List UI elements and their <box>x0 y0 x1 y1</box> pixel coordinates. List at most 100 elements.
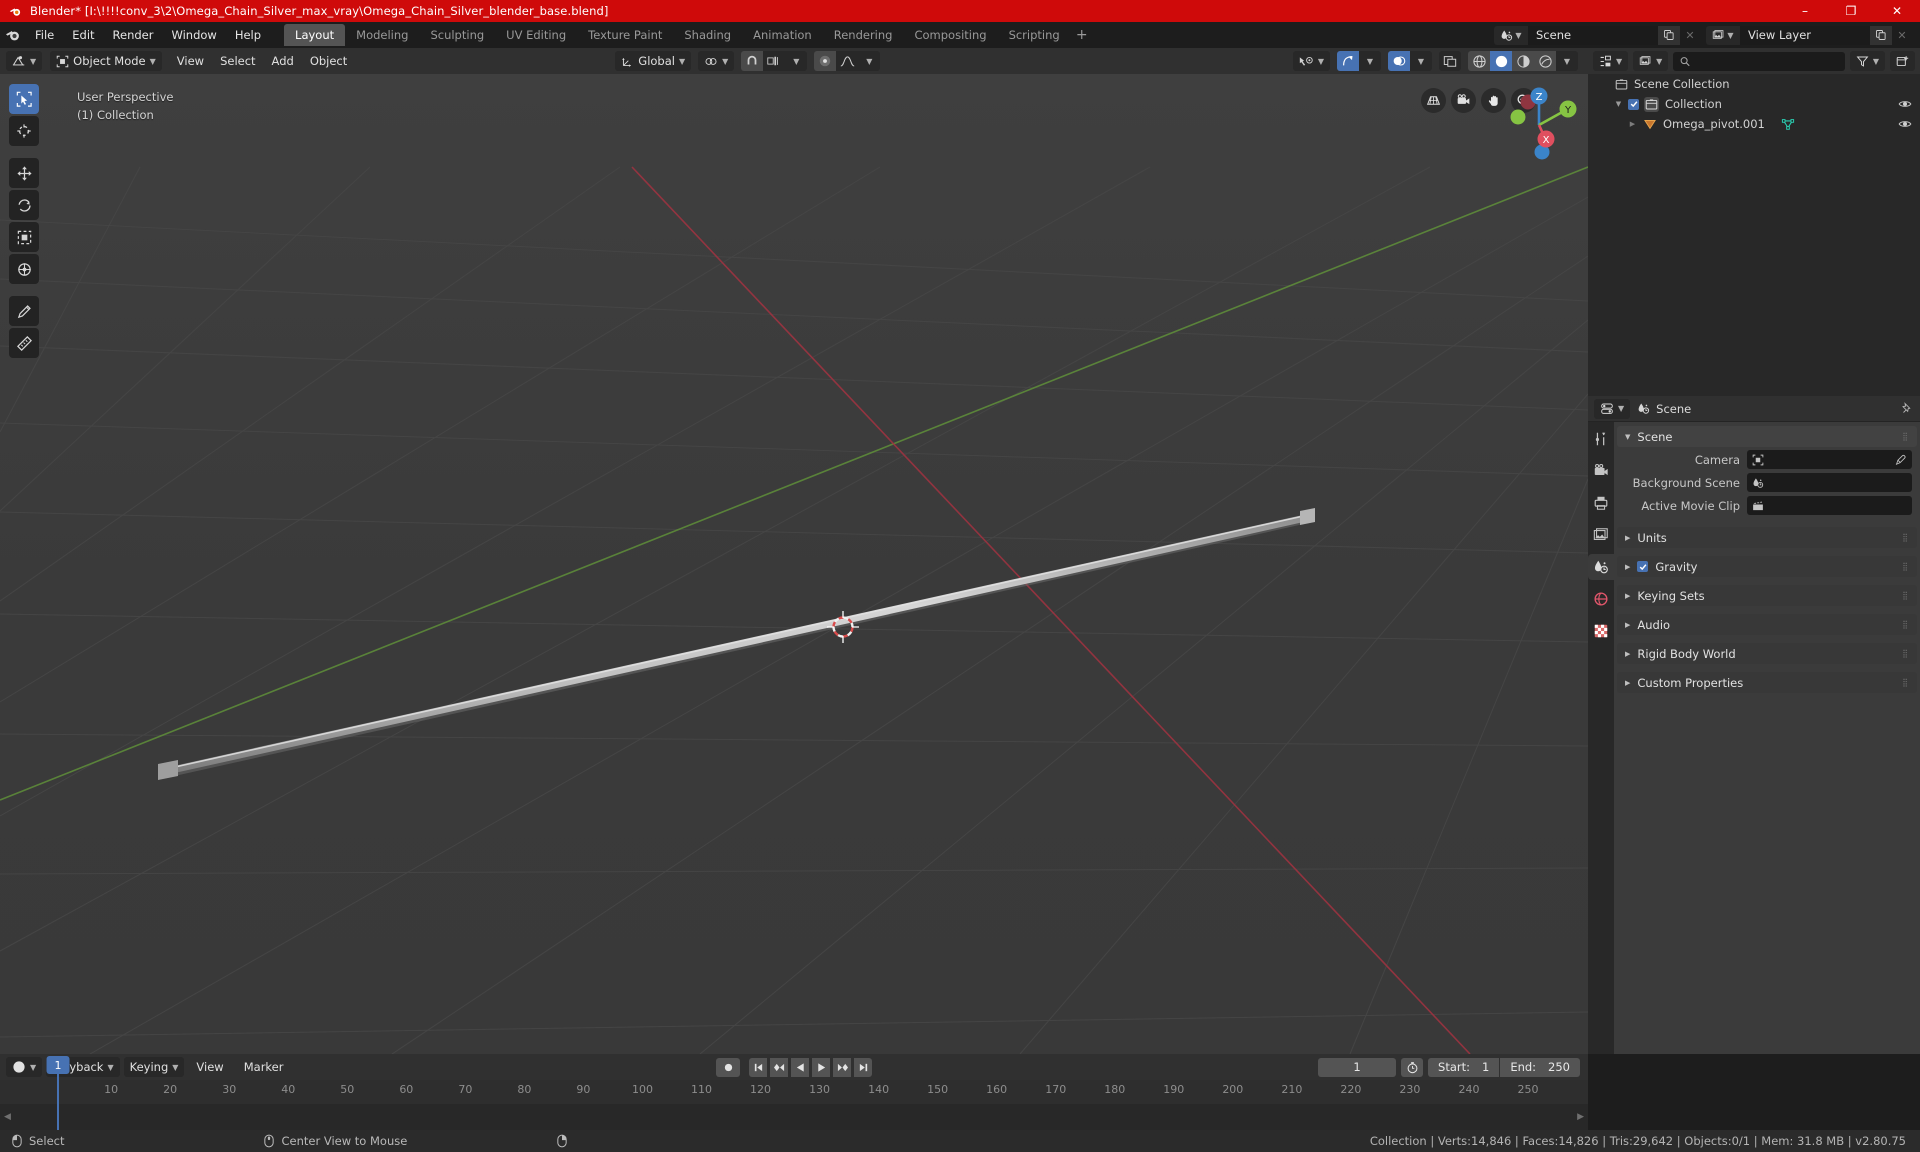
pin-icon[interactable] <box>1900 401 1914 416</box>
gravity-checkbox[interactable] <box>1637 561 1649 572</box>
timeline-view-menu[interactable]: View <box>188 1057 231 1077</box>
editor-type-button[interactable]: ▼ <box>6 51 43 71</box>
window-close-button[interactable]: ✕ <box>1874 0 1920 22</box>
show-overlays-icon[interactable] <box>1388 51 1410 71</box>
disclosure-triangle-icon[interactable]: ▼ <box>1612 100 1625 108</box>
properties-editor-type-button[interactable]: ▼ <box>1594 398 1631 419</box>
toggle-xray-icon[interactable] <box>1439 51 1461 71</box>
tool-annotate[interactable] <box>9 296 39 326</box>
viewport-menu-select[interactable]: Select <box>212 51 263 71</box>
timeline-scroll-left-arrow[interactable]: ◀ <box>4 1112 11 1122</box>
viewport-canvas[interactable] <box>0 74 1588 1054</box>
tab-scene-properties[interactable] <box>1588 554 1614 580</box>
panel-header-audio[interactable]: ▶ Audio ⣿ <box>1617 614 1917 635</box>
blender-menu-icon[interactable] <box>0 22 26 48</box>
snap-magnet-icon[interactable] <box>741 51 764 71</box>
scene-unlink-button[interactable]: ✕ <box>1680 26 1700 45</box>
overlay-options-chevron[interactable]: ▼ <box>1410 51 1432 71</box>
viewport-menu-view[interactable]: View <box>169 51 212 71</box>
scene-selector[interactable]: ▼ Scene ✕ <box>1494 25 1700 45</box>
tab-render-properties[interactable] <box>1588 458 1614 484</box>
timeline-marker-menu[interactable]: Marker <box>236 1057 292 1077</box>
window-maximize-button[interactable]: ❐ <box>1828 0 1874 22</box>
outliner-new-collection-button[interactable] <box>1890 51 1915 71</box>
collection-visibility-checkbox[interactable] <box>1628 98 1639 110</box>
timeline-editor-type-button[interactable]: ▼ <box>6 1057 43 1077</box>
shading-wireframe-icon[interactable] <box>1468 51 1490 71</box>
tool-select-box[interactable] <box>9 84 39 114</box>
use-preview-range-icon[interactable] <box>1401 1057 1424 1077</box>
scene-new-copy-button[interactable] <box>1658 25 1680 45</box>
menu-edit[interactable]: Edit <box>63 25 103 45</box>
tab-tool-properties[interactable] <box>1588 426 1614 452</box>
timeline-channel-area[interactable]: ◀ ▶ <box>0 1104 1588 1130</box>
falloff-options-chevron[interactable]: ▼ <box>858 51 881 71</box>
add-workspace-button[interactable]: + <box>1071 24 1093 46</box>
view-layer-icon[interactable]: ▼ <box>1706 25 1740 45</box>
shading-material-preview-icon[interactable] <box>1512 51 1534 71</box>
tool-cursor[interactable] <box>9 116 39 146</box>
start-frame-field[interactable]: Start: 1 <box>1428 1057 1500 1077</box>
timeline-keying-menu[interactable]: Keying ▼ <box>123 1057 185 1077</box>
falloff-curve-icon[interactable] <box>836 51 859 71</box>
view-layer-selector[interactable]: ▼ View Layer ✕ <box>1706 25 1912 45</box>
tab-modeling[interactable]: Modeling <box>345 24 419 46</box>
shading-solid-icon[interactable] <box>1490 51 1512 71</box>
tab-texture-paint[interactable]: Texture Paint <box>577 24 673 46</box>
tool-scale[interactable] <box>9 222 39 252</box>
window-minimize-button[interactable]: – <box>1782 0 1828 22</box>
panel-header-units[interactable]: ▶ Units ⣿ <box>1617 527 1917 548</box>
jump-to-start-button[interactable] <box>749 1057 767 1077</box>
jump-to-prev-keyframe-button[interactable] <box>770 1057 788 1077</box>
gizmo-options-chevron[interactable]: ▼ <box>1359 51 1381 71</box>
scene-name-field[interactable]: Scene <box>1528 25 1658 45</box>
proportional-editing-icon[interactable] <box>814 51 837 71</box>
menu-file[interactable]: File <box>26 25 63 45</box>
eyedropper-icon[interactable] <box>1895 454 1907 466</box>
outliner-filter-button[interactable]: ▼ <box>1849 51 1885 71</box>
jump-to-next-keyframe-button[interactable] <box>833 1057 851 1077</box>
menu-help[interactable]: Help <box>226 25 270 45</box>
show-gizmo-icon[interactable] <box>1337 51 1359 71</box>
active-movie-clip-field[interactable] <box>1747 496 1912 515</box>
disclosure-triangle-icon[interactable]: ▶ <box>1626 120 1639 128</box>
panel-header-custom-properties[interactable]: ▶ Custom Properties ⣿ <box>1617 672 1917 693</box>
panel-header-scene[interactable]: ▼ Scene ⣿ <box>1617 426 1917 447</box>
tab-output-properties[interactable] <box>1588 490 1614 516</box>
shading-options-chevron[interactable]: ▼ <box>1556 51 1578 71</box>
outliner-row-omega-pivot[interactable]: ▶ Omega_pivot.001 <box>1588 114 1920 134</box>
outliner-editor-type-button[interactable]: ▼ <box>1593 51 1629 71</box>
end-frame-field[interactable]: End: 250 <box>1500 1057 1580 1077</box>
eye-icon[interactable] <box>1898 94 1912 114</box>
view-axis-gizmo[interactable]: Z Y X <box>1498 82 1580 164</box>
panel-header-rigid-body-world[interactable]: ▶ Rigid Body World ⣿ <box>1617 643 1917 664</box>
scene-icon[interactable]: ▼ <box>1494 25 1528 45</box>
outliner-display-mode-button[interactable]: ▼ <box>1633 51 1669 71</box>
outliner-search-input[interactable] <box>1673 51 1845 71</box>
outliner-search-field[interactable] <box>1695 54 1838 68</box>
transform-orientation-selector[interactable]: Global ▼ <box>615 51 692 71</box>
tab-rendering[interactable]: Rendering <box>823 24 904 46</box>
tab-compositing[interactable]: Compositing <box>903 24 997 46</box>
tab-layout[interactable]: Layout <box>284 24 346 46</box>
panel-header-keying-sets[interactable]: ▶ Keying Sets ⣿ <box>1617 585 1917 606</box>
tool-measure[interactable] <box>9 328 39 358</box>
tool-rotate[interactable] <box>9 190 39 220</box>
tab-texture-properties[interactable] <box>1588 618 1614 644</box>
tool-transform[interactable] <box>9 254 39 284</box>
play-reverse-button[interactable] <box>791 1057 809 1077</box>
snap-target-icon[interactable] <box>763 51 786 71</box>
pivot-point-selector[interactable]: ▼ <box>698 51 735 71</box>
timeline-scroll-right-arrow[interactable]: ▶ <box>1577 1112 1584 1122</box>
tool-move[interactable] <box>9 158 39 188</box>
interaction-mode-selector[interactable]: Object Mode ▼ <box>50 51 162 71</box>
menu-render[interactable]: Render <box>104 25 163 45</box>
tab-world-properties[interactable] <box>1588 586 1614 612</box>
tab-scripting[interactable]: Scripting <box>998 24 1071 46</box>
camera-field[interactable] <box>1747 450 1912 469</box>
shading-rendered-icon[interactable] <box>1534 51 1556 71</box>
panel-header-gravity[interactable]: ▶ Gravity ⣿ <box>1617 556 1917 577</box>
jump-to-end-button[interactable] <box>854 1057 872 1077</box>
eye-icon[interactable] <box>1898 114 1912 134</box>
3d-viewport[interactable]: User Perspective (1) Collection Z Y X <box>0 74 1588 1054</box>
